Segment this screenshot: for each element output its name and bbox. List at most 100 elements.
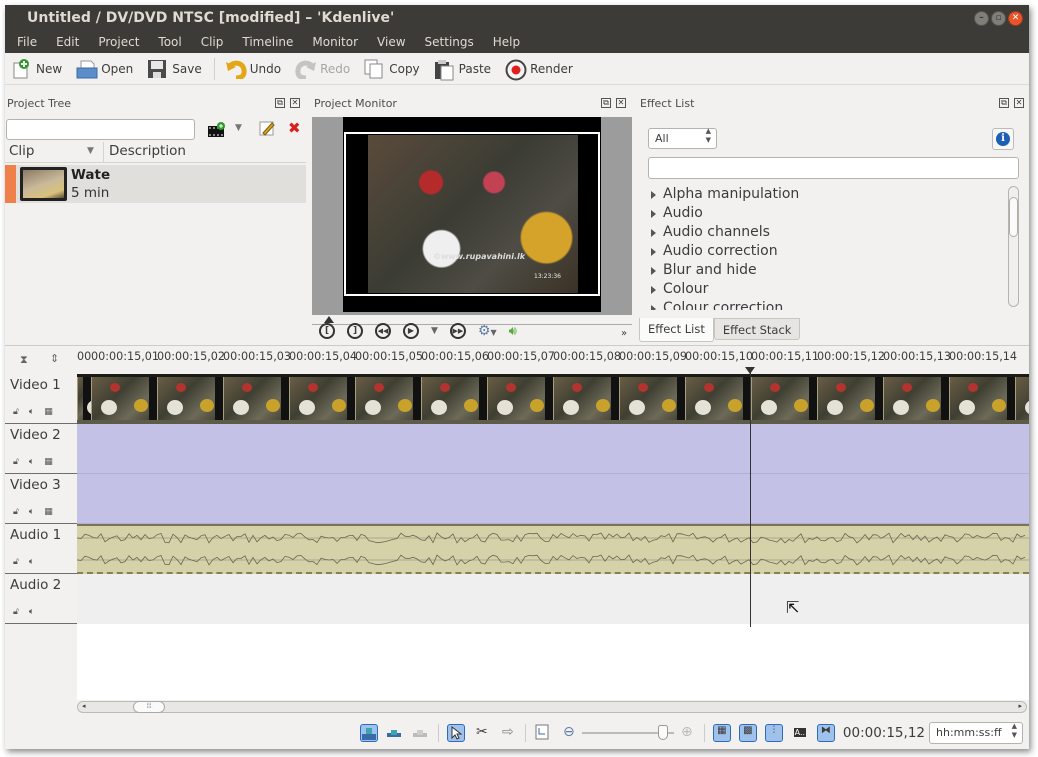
close-button[interactable]: ✕ [1008, 11, 1023, 26]
effect-info-button[interactable]: i [992, 128, 1014, 150]
monitor-viewport[interactable]: ©www.rupavahini.lk 13:23:36 [312, 117, 632, 315]
track-header-video-1[interactable]: Video 1 🔓︎ 🔈︎ ▦ [5, 374, 77, 424]
play-options-dropdown-icon[interactable]: ▼ [431, 326, 438, 336]
monitor-settings-gear-icon[interactable]: ⚙▼ [478, 323, 497, 339]
scroll-left-icon[interactable]: ◂ [82, 702, 86, 710]
close-dock-icon[interactable]: ✕ [1014, 98, 1024, 108]
track-lane-video-3[interactable] [77, 474, 1029, 524]
effect-category[interactable]: Colour correction [648, 300, 1006, 310]
effect-category[interactable]: Colour [648, 281, 1006, 300]
lock-icon[interactable]: 🔓︎ [13, 407, 19, 417]
volume-icon[interactable]: 🔊︎ [509, 324, 517, 339]
track-lane-video-2[interactable] [77, 424, 1029, 474]
edit-clip-icon[interactable] [259, 120, 275, 139]
track-header-video-3[interactable]: Video 3 🔓︎ 🔈︎ ▦ [5, 474, 77, 524]
set-zone-start-icon[interactable]: [ [319, 323, 335, 339]
effect-list-scrollbar[interactable] [1008, 186, 1019, 307]
delete-clip-icon[interactable]: ✖ [288, 119, 301, 137]
clip-list-item[interactable]: Wate 5 min [5, 165, 306, 203]
more-controls-icon[interactable]: » [621, 328, 627, 339]
render-button[interactable]: Render [505, 59, 573, 80]
add-clip-icon[interactable] [208, 122, 225, 137]
tab-effect-list[interactable]: Effect List [639, 318, 714, 342]
menu-file[interactable]: File [17, 32, 37, 53]
project-tree-search-input[interactable] [6, 119, 195, 140]
effect-category[interactable]: Audio [648, 205, 1006, 224]
close-dock-icon[interactable]: ✕ [290, 98, 300, 108]
effect-search-input[interactable] [648, 157, 1019, 179]
zoom-in-icon[interactable]: ⊕ [678, 724, 696, 742]
timeline-ruler[interactable]: 00 00:00:15,01 00:00:15,02 00:00:15,03 0… [77, 346, 1029, 374]
mute-icon[interactable]: 🔈︎ [29, 407, 34, 417]
float-dock-icon[interactable]: ⧉ [275, 98, 285, 108]
play-icon[interactable]: ▶ [403, 323, 419, 339]
lock-icon[interactable]: 🔓︎ [13, 457, 19, 467]
menu-clip[interactable]: Clip [201, 32, 224, 53]
show-markers-icon[interactable]: A.. [791, 724, 809, 742]
track-header-audio-2[interactable]: Audio 2 🔓︎ 🔈︎ [5, 574, 77, 624]
mute-icon[interactable]: 🔈︎ [29, 607, 34, 617]
timeline-tracks[interactable] [76, 374, 1029, 624]
lock-icon[interactable]: 🔓︎ [13, 507, 19, 517]
tab-effect-stack[interactable]: Effect Stack [713, 318, 801, 340]
mute-icon[interactable]: 🔈︎ [29, 557, 34, 567]
time-format-select[interactable]: hh:mm:ss:ff ▲ ▼ [929, 722, 1023, 744]
effect-category[interactable]: Blur and hide [648, 262, 1006, 281]
track-header-audio-1[interactable]: Audio 1 🔓︎ 🔈︎ [5, 524, 77, 574]
menu-monitor[interactable]: Monitor [312, 32, 358, 53]
scroll-right-icon[interactable]: ▸ [1018, 702, 1022, 710]
maximize-button[interactable]: ▫ [991, 11, 1006, 26]
track-header-video-2[interactable]: Video 2 🔓︎ 🔈︎ ▦ [5, 424, 77, 474]
menu-timeline[interactable]: Timeline [242, 32, 293, 53]
menu-tool[interactable]: Tool [158, 32, 181, 53]
lock-icon[interactable]: 🔓︎ [13, 557, 19, 567]
lock-icon[interactable]: 🔓︎ [13, 607, 19, 617]
close-dock-icon[interactable]: ✕ [616, 98, 626, 108]
save-button[interactable]: Save [147, 59, 202, 79]
rewind-icon[interactable]: ◀◀ [375, 323, 391, 339]
collapse-tracks-icon[interactable]: ⧗ [20, 353, 28, 367]
mute-icon[interactable]: 🔈︎ [29, 507, 34, 517]
menu-help[interactable]: Help [493, 32, 520, 53]
zoom-slider[interactable] [581, 724, 674, 742]
column-description[interactable]: Description [109, 143, 186, 159]
video-toggle-icon[interactable]: ▦ [44, 507, 53, 517]
video-toggle-icon[interactable]: ▦ [44, 457, 53, 467]
show-filmstrip-icon[interactable]: ▩ [738, 724, 757, 742]
spacer-tool-icon[interactable]: ⇨ [499, 724, 517, 742]
timeline-timecode[interactable]: 00:00:15,12 [843, 725, 925, 741]
effect-filter-select[interactable]: All ▲ ▼ [648, 127, 717, 149]
mute-icon[interactable]: 🔈︎ [29, 457, 34, 467]
float-dock-icon[interactable]: ⧉ [601, 98, 611, 108]
zoom-slider-thumb[interactable] [658, 725, 669, 740]
razor-tool-icon[interactable]: ✂ [473, 724, 491, 742]
paste-button[interactable]: Paste [434, 59, 491, 80]
timeline-empty-area[interactable] [77, 624, 1029, 700]
redo-button[interactable]: Redo [295, 59, 350, 80]
expand-tracks-icon[interactable]: ⇕ [50, 352, 59, 365]
timeline-horizontal-scrollbar[interactable]: ◂ ⦙⦙⦙ ▸ [77, 701, 1027, 713]
add-clip-dropdown-icon[interactable]: ▼ [235, 123, 242, 133]
menu-edit[interactable]: Edit [56, 32, 79, 53]
set-zone-end-icon[interactable]: ] [347, 323, 363, 339]
undo-button[interactable]: Undo [225, 59, 281, 80]
snap-icon[interactable]: ⧓ [816, 724, 835, 742]
video-clip[interactable] [77, 374, 1029, 424]
scrollbar-thumb[interactable]: ⦙⦙⦙ [133, 701, 165, 713]
new-button[interactable]: New [11, 58, 62, 79]
track-lane-audio-2[interactable] [77, 574, 1029, 624]
effect-category[interactable]: Audio channels [648, 224, 1006, 243]
playhead-line[interactable] [750, 367, 751, 627]
copy-button[interactable]: Copy [364, 59, 420, 79]
insert-mode-icon[interactable] [412, 724, 430, 742]
effect-category[interactable]: Alpha manipulation [648, 186, 1006, 205]
column-clip[interactable]: Clip [9, 143, 35, 159]
show-video-thumbnails-icon[interactable]: ▦ [712, 724, 731, 742]
audio-clip[interactable] [76, 524, 1029, 574]
video-toggle-icon[interactable]: ▦ [44, 407, 53, 417]
monitor-position-marker[interactable] [324, 316, 334, 323]
normal-edit-mode-icon[interactable] [359, 724, 378, 742]
effect-category[interactable]: Audio correction [648, 243, 1006, 262]
forward-icon[interactable]: ▶▶ [449, 323, 466, 339]
menu-settings[interactable]: Settings [425, 32, 474, 53]
